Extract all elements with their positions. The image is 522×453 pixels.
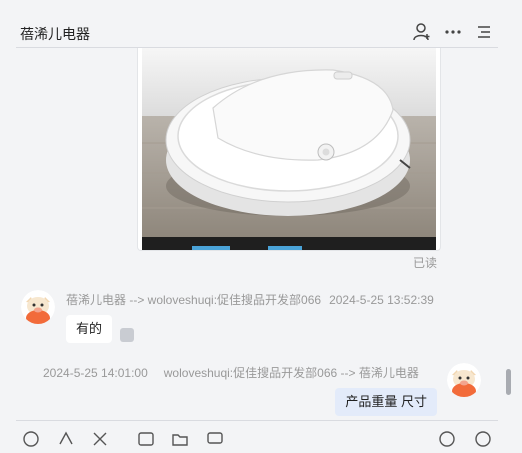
user-add-icon[interactable] [412, 22, 432, 42]
help-icon[interactable] [474, 430, 492, 448]
screen-icon[interactable] [206, 430, 224, 448]
avatar[interactable] [21, 290, 55, 324]
robot-vacuum-image [142, 48, 436, 250]
incoming-time: 2024-5-25 13:52:39 [329, 293, 434, 307]
chat-header: 蓓浠儿电器 [0, 0, 522, 48]
read-status: 已读 [413, 256, 438, 270]
outgoing-sender: woloveshuqi:促佳搜品开发部066 --> 蓓浠儿电器 [163, 366, 419, 380]
avatar[interactable] [447, 363, 481, 397]
image-icon[interactable] [137, 430, 155, 448]
incoming-message-meta: 蓓浠儿电器 --> woloveshuqi:促佳搜品开发部066 2024-5-2… [66, 291, 434, 308]
emoji-icon[interactable] [22, 430, 40, 448]
bell-icon[interactable] [57, 430, 75, 448]
history-icon[interactable] [438, 430, 456, 448]
menu-icon[interactable] [474, 22, 494, 42]
input-divider [16, 420, 498, 421]
more-icon[interactable] [443, 22, 463, 42]
scissors-icon[interactable] [91, 430, 109, 448]
outgoing-time: 2024-5-25 14:01:00 [43, 366, 148, 380]
chat-title: 蓓浠儿电器 [20, 26, 90, 42]
scrollbar-thumb[interactable] [506, 369, 511, 395]
incoming-sender: 蓓浠儿电器 --> woloveshuqi:促佳搜品开发部066 [66, 293, 322, 307]
product-image-message[interactable] [137, 48, 441, 251]
incoming-message-bubble[interactable]: 有的 [66, 315, 113, 343]
outgoing-message-meta: 2024-5-25 14:01:00 woloveshuqi:促佳搜品开发部066… [43, 364, 419, 381]
message-more-icon[interactable] [120, 328, 134, 342]
folder-icon[interactable] [171, 430, 189, 448]
outgoing-message-bubble[interactable]: 产品重量 尺寸 [335, 388, 437, 416]
